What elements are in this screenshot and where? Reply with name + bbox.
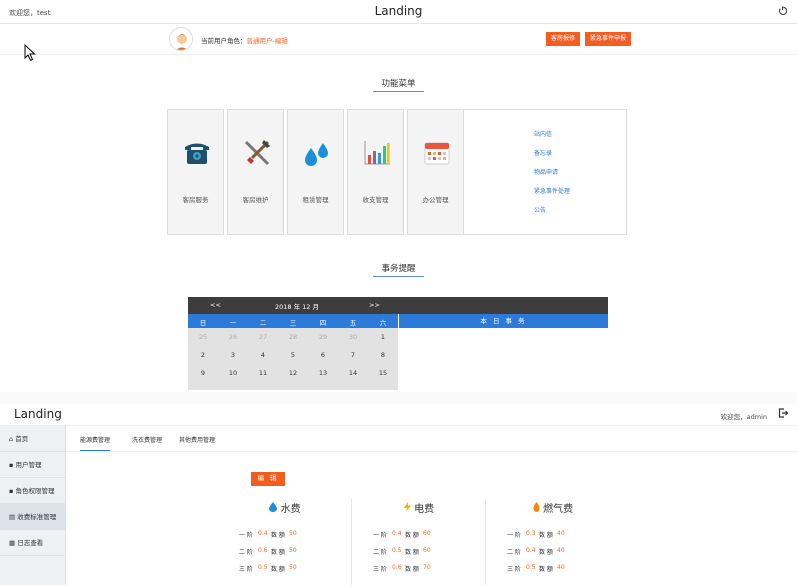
calendar-day[interactable]: 9: [188, 369, 218, 377]
admin-welcome-text: 欢迎您，admin: [720, 413, 767, 421]
logout-icon[interactable]: [778, 408, 789, 421]
flame-icon: [533, 502, 540, 512]
tile-label: 收支管理: [362, 196, 389, 204]
calendar-day[interactable]: 1: [368, 333, 398, 341]
mouse-cursor-icon: [24, 43, 36, 66]
tile-label: 租赁管理: [302, 196, 329, 204]
sidebar-item-users[interactable]: ▪ 用户管理: [0, 452, 66, 478]
link-emergency-handling[interactable]: 紧急事件处理: [534, 186, 570, 195]
role-line: 当前用户角色：普通用户-编辑: [201, 35, 288, 45]
brand-title: Landing: [14, 407, 62, 421]
calendar-day[interactable]: 6: [308, 351, 338, 359]
room-repair-button[interactable]: 客房报修: [546, 32, 581, 46]
fee-title: 燃气费: [486, 500, 620, 515]
calendar-day[interactable]: 5: [278, 351, 308, 359]
calendar-day[interactable]: 12: [278, 369, 308, 377]
weekday-label: 三: [289, 319, 297, 327]
edit-button[interactable]: 编 辑: [251, 472, 285, 486]
sidebar-item-roles[interactable]: ▪ 角色权限管理: [0, 478, 66, 504]
calendar-day[interactable]: 27: [248, 333, 278, 341]
calendar-day[interactable]: 15: [368, 369, 398, 377]
weekday-label: 五: [349, 319, 357, 327]
tab-laundry-fee[interactable]: 洗衣费管理: [132, 435, 162, 444]
calendar-day[interactable]: 13: [308, 369, 338, 377]
landing-user-screen: 欢迎您，test Landing 当前用户角色：普通用户-编辑 客房报修 紧急事…: [0, 0, 797, 392]
next-month-button[interactable]: >>: [369, 301, 380, 309]
tile-lease-management[interactable]: 租赁管理: [287, 109, 344, 235]
calendar-icon: [422, 138, 452, 168]
tile-room-service[interactable]: 客房服务: [167, 109, 224, 235]
calendar-day[interactable]: 7: [338, 351, 368, 359]
weekday-label: 六: [379, 319, 387, 327]
tile-label: 办公管理: [422, 196, 449, 204]
calendar-nav: << 2018 年 12 月 >>: [188, 297, 608, 314]
role-label: 当前用户角色：: [201, 37, 247, 45]
tools-icon: [242, 138, 272, 168]
weekday-label: 日: [199, 319, 207, 327]
tile-label: 客房维护: [242, 196, 269, 204]
calendar-day[interactable]: 4: [248, 351, 278, 359]
calendar-day[interactable]: 26: [218, 333, 248, 341]
sidebar-item-logs[interactable]: ▦ 日志查看: [0, 530, 66, 556]
prev-month-button[interactable]: <<: [210, 301, 221, 309]
calendar-month: 2018 年 12 月: [275, 303, 320, 311]
tile-income-expense[interactable]: 收支管理: [347, 109, 404, 235]
tile-label: 客房服务: [182, 196, 209, 204]
calendar-day[interactable]: 29: [308, 333, 338, 341]
logout-icon[interactable]: [778, 6, 788, 18]
tile-room-maintenance[interactable]: 客房维护: [227, 109, 284, 235]
calendar-day[interactable]: 10: [218, 369, 248, 377]
tab-other-fee[interactable]: 其他费用管理: [179, 435, 215, 444]
list-icon: ▤: [9, 513, 18, 521]
function-menu: 客房服务 客房维护 租赁管理 收支管理 办公管理 站内信 备忘录 物品申请 紧急…: [167, 109, 627, 235]
log-icon: ▦: [9, 539, 18, 547]
calendar-day[interactable]: 11: [248, 369, 278, 377]
fee-tabs: 能源费管理 洗衣费管理 其他费用管理: [66, 426, 797, 452]
calendar-day[interactable]: 3: [218, 351, 248, 359]
role-edit-link[interactable]: -编辑: [273, 37, 288, 45]
tab-energy-fee[interactable]: 能源费管理: [80, 435, 111, 451]
calendar-day[interactable]: 30: [338, 333, 368, 341]
sidebar: ⌂ 首页 ▪ 用户管理 ▪ 角色权限管理 ▤ 收费标准管理 ▦ 日志查看: [0, 426, 66, 585]
fee-title: 电费: [352, 500, 486, 515]
calendar-days: 25 26 27 28 29 30 1 2 3 4 5 6 7 8 9 10 11 12 13 14 15: [188, 328, 398, 390]
calendar-day[interactable]: 8: [368, 351, 398, 359]
fee-column-electric: 电费 一 阶 0.4 数 额 60 二 阶 0.5 数 额 60 三 阶 0.6 数 额 70: [352, 496, 486, 586]
avatar: [169, 27, 193, 51]
weekday-label: 一: [229, 319, 237, 327]
landing-admin-screen: Landing 欢迎您，admin ⌂ 首页 ▪ 用户管理 ▪ 角色权限管理 ▤…: [0, 404, 797, 585]
fee-title: 水费: [218, 500, 352, 515]
emergency-report-button[interactable]: 紧急事件申报: [585, 32, 632, 46]
calendar-day[interactable]: 2: [188, 351, 218, 359]
telephone-icon: [182, 138, 212, 168]
weekday-label: 四: [319, 319, 327, 327]
section-title-menu: 功能菜单: [0, 77, 797, 92]
user-bar: 当前用户角色：普通用户-编辑 客房报修 紧急事件申报: [0, 24, 797, 55]
calendar-day[interactable]: 28: [278, 333, 308, 341]
section-title-affairs: 事务提醒: [0, 262, 797, 277]
water-drop-icon: [269, 502, 278, 512]
tile-office-management[interactable]: 办公管理: [407, 109, 464, 235]
sidebar-item-fee-standards[interactable]: ▤ 收费标准管理: [0, 504, 66, 530]
bar-chart-icon: [362, 138, 392, 168]
admin-header: Landing 欢迎您，admin: [0, 404, 797, 426]
header: 欢迎您，test Landing: [0, 0, 797, 24]
quick-links: 站内信 备忘录 物品申请 紧急事件处理 公告: [463, 109, 627, 235]
link-announcement[interactable]: 公告: [534, 205, 546, 214]
fee-column-water: 水费 一 阶 0.4 数 额 50 二 阶 0.6 数 额 50 三 阶 0.5 数 额 50: [218, 496, 352, 586]
weekday-label: 二: [259, 319, 267, 327]
link-memo[interactable]: 备忘录: [534, 148, 552, 157]
weekday-header: 日一二三四五六: [188, 314, 398, 328]
water-drops-icon: [302, 138, 332, 168]
today-affairs-header: 本 日 事 务: [399, 314, 608, 328]
fee-column-gas: 燃气费 一 阶 0.3 数 额 40 二 阶 0.4 数 额 40 三 阶 0.5 数 额 40: [486, 496, 620, 586]
link-internal-mail[interactable]: 站内信: [534, 129, 552, 138]
role-value[interactable]: 普通用户: [247, 37, 273, 45]
sidebar-item-home[interactable]: ⌂ 首页: [0, 426, 66, 452]
calendar-day[interactable]: 14: [338, 369, 368, 377]
link-item-request[interactable]: 物品申请: [534, 167, 558, 176]
lightning-icon: [403, 502, 411, 512]
page-title: Landing: [374, 4, 423, 18]
calendar-day[interactable]: 25: [188, 333, 218, 341]
